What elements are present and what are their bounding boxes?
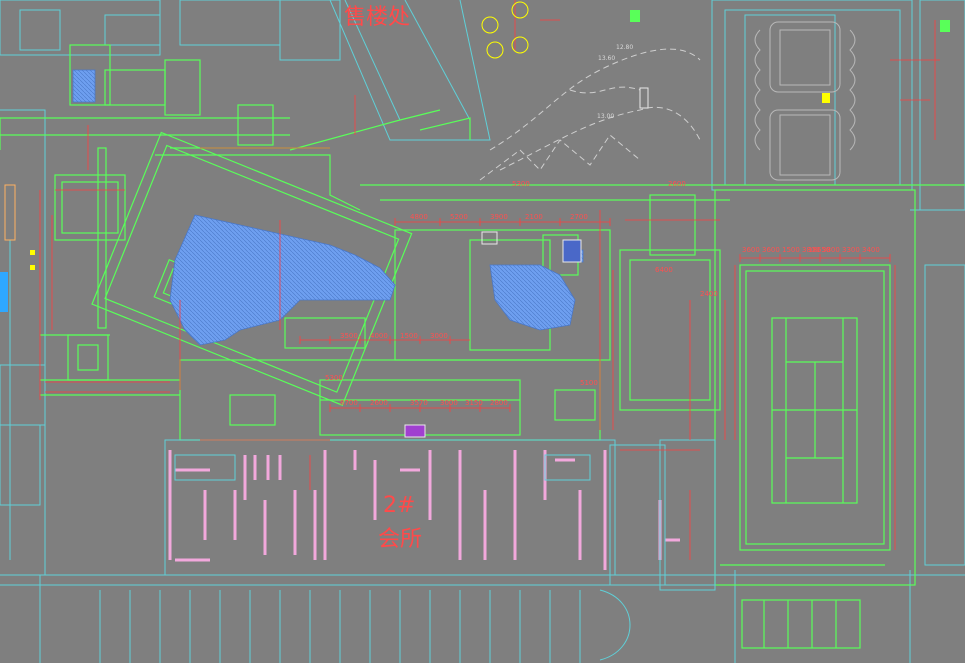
dimension-label: 3800 [822, 246, 840, 254]
dimension-label: 1500 [782, 246, 800, 254]
hall-ornaments [754, 21, 856, 181]
cad-viewport[interactable]: 18650 3600 3600 1500 3800 3800 3300 3400 6400 530… [0, 0, 965, 663]
dimension-label: 12.80 [616, 44, 633, 51]
clubhouse-outline [164, 439, 716, 591]
dimension-label: 3150 [465, 399, 483, 407]
dimension-label: 3400 [862, 246, 880, 254]
dimension-label: 3800 [802, 246, 820, 254]
green-walls [0, 44, 965, 649]
dimension-label: 4000 [370, 332, 388, 340]
label-sales-office: 售楼处 [344, 5, 410, 30]
label-clubhouse-number: 2# [383, 493, 415, 518]
dimension-label: 13.60 [598, 55, 615, 62]
dimension-label: 2600 [668, 180, 686, 188]
detail-blocks [0, 1, 950, 438]
dimension-label: 5300 [325, 374, 343, 382]
dimension-label: 5100 [580, 379, 598, 387]
dimension-label: 8700 [340, 399, 358, 407]
pool-areas [72, 69, 584, 346]
dimension-labels: 186503600 3600 1500 3800 3800 3300 34006400530… [325, 44, 880, 407]
dimension-label: 13.00 [597, 113, 614, 120]
dimension-label: 3600 [762, 246, 780, 254]
dimension-label: 2800 [490, 399, 508, 407]
dimension-label: 3900 [490, 213, 508, 221]
site-plan-drawing[interactable]: 186503600 3600 1500 3800 3800 3300 34006400530… [0, 0, 965, 663]
dimension-label: 3570 [410, 399, 428, 407]
garden-dashed-lines [479, 48, 701, 181]
dimension-label: 3500 [340, 332, 358, 340]
dimension-label: 3000 [430, 332, 448, 340]
dimension-label: 3300 [842, 246, 860, 254]
dimension-label: 5300 [512, 180, 530, 188]
dimension-label: 2400 [700, 290, 718, 298]
dimension-label: 6400 [655, 266, 673, 274]
dimension-label: 3600 [742, 246, 760, 254]
dimension-label: 1500 [400, 332, 418, 340]
pink-walls [168, 450, 680, 570]
dimension-label: 5200 [450, 213, 468, 221]
small-pool-top-left [72, 69, 96, 103]
label-clubhouse: 会所 [378, 527, 422, 552]
dimension-label: 2100 [525, 213, 543, 221]
dimension-label: 2700 [570, 213, 588, 221]
dimension-label: 3000 [440, 399, 458, 407]
context-outlines [0, 0, 965, 663]
main-pool [169, 214, 396, 346]
dimension-label: 2600 [370, 399, 388, 407]
dimension-label: 4800 [410, 213, 428, 221]
